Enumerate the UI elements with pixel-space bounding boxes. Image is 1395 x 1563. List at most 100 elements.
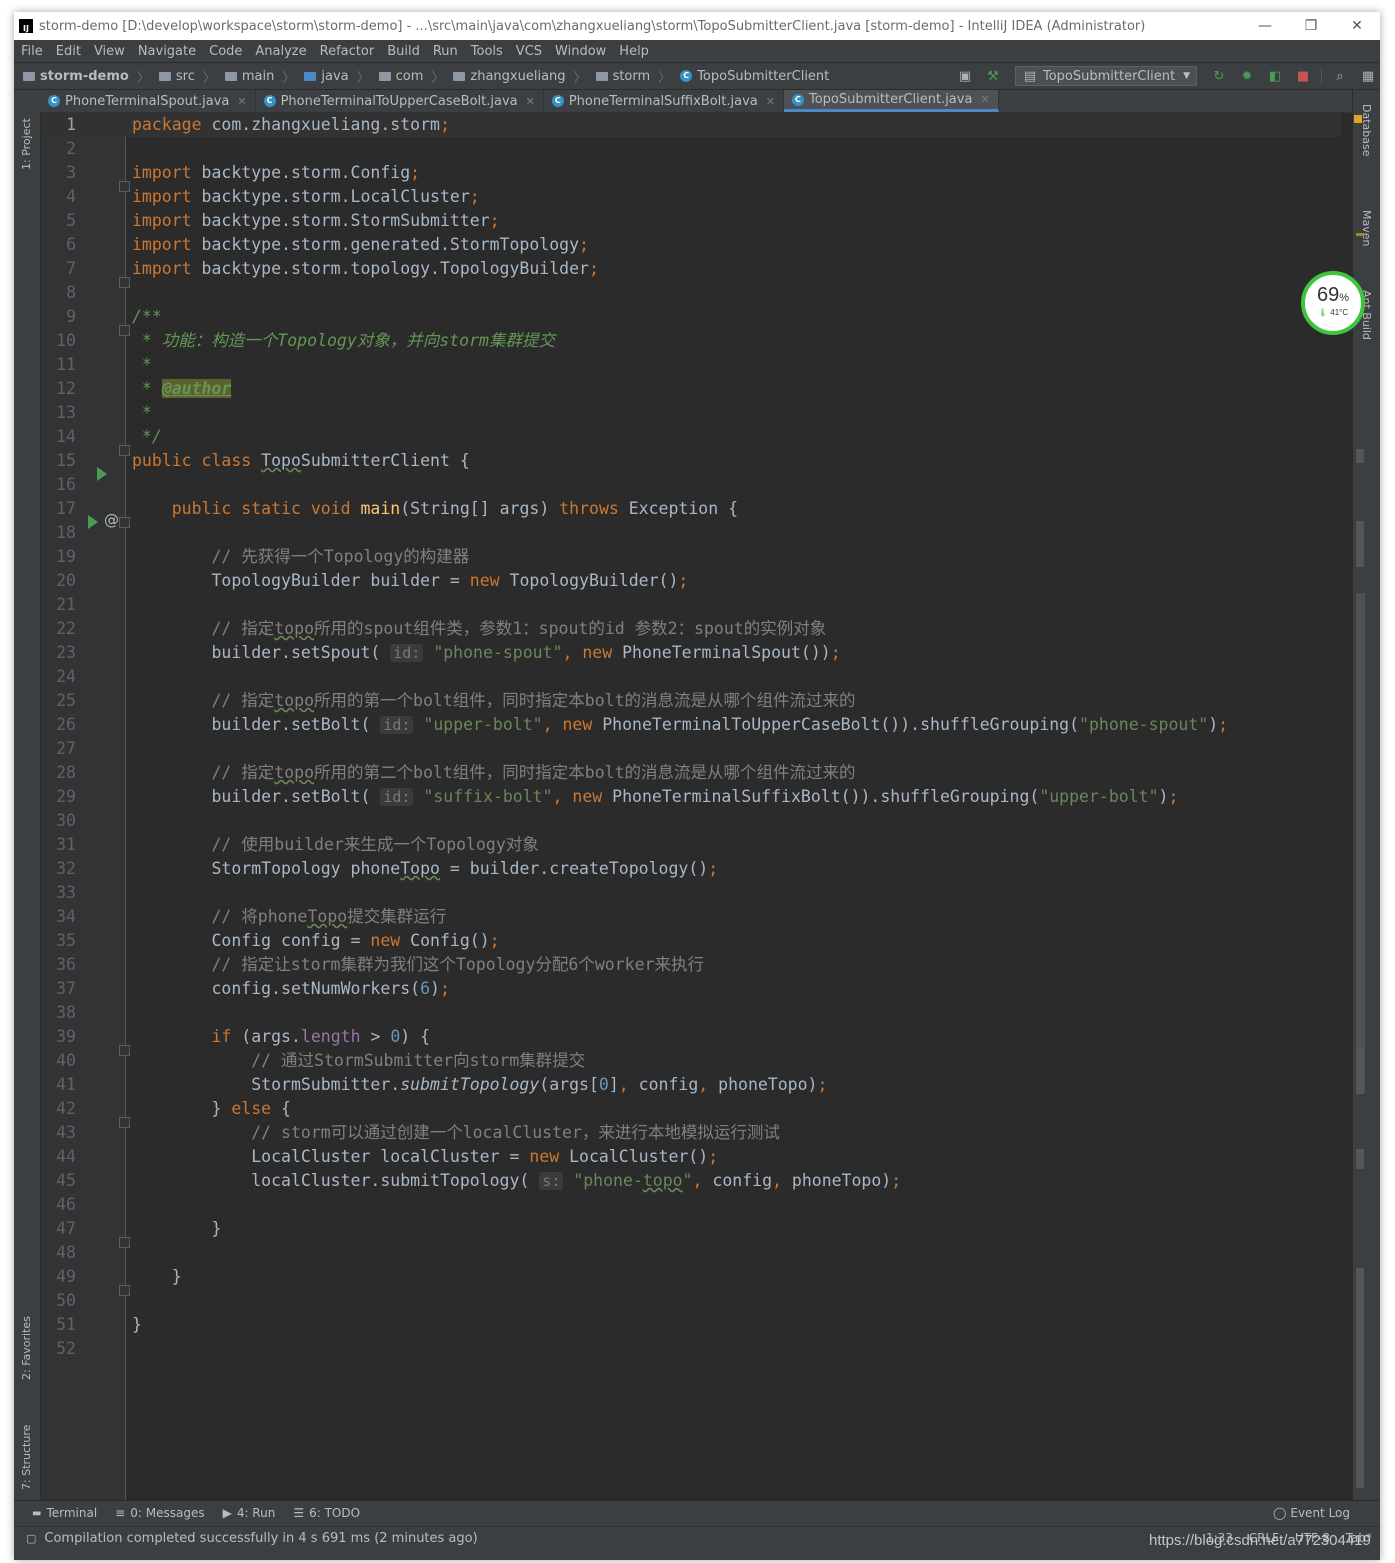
fold-icon[interactable]	[119, 445, 130, 456]
menu-refactor[interactable]: Refactor	[313, 44, 381, 59]
event-log-button[interactable]: ◯ Event Log	[1273, 1506, 1350, 1520]
menu-edit[interactable]: Edit	[49, 44, 87, 59]
code-line[interactable]: 23 builder.setSpout( id: "phone-spout", …	[41, 641, 1341, 665]
code-line[interactable]: 9 /**	[41, 305, 1341, 329]
code-line[interactable]: 10 * 功能：构造一个Topology对象，并向storm集群提交	[41, 329, 1341, 353]
fold-icon[interactable]	[119, 277, 130, 288]
close-tab-icon[interactable]: ✕	[980, 93, 989, 106]
code-line[interactable]: 43 // storm可以通过创建一个localCluster，来进行本地模拟运…	[41, 1121, 1341, 1145]
breadcrumb-class[interactable]: TopoSubmitterClient	[697, 69, 829, 84]
messages-tool-button[interactable]: ≡ 0: Messages	[115, 1506, 204, 1520]
project-tool-button[interactable]: 1: Project	[20, 118, 33, 170]
breadcrumb-java[interactable]: java	[321, 69, 348, 84]
menu-tools[interactable]: Tools	[464, 44, 509, 59]
code-line[interactable]: 5 import backtype.storm.StormSubmitter;	[41, 209, 1341, 233]
coverage-icon[interactable]: ◧	[1267, 68, 1283, 84]
code-line[interactable]: 45 localCluster.submitTopology( s: "phon…	[41, 1169, 1341, 1193]
menu-run[interactable]: Run	[426, 44, 464, 59]
breadcrumb-storm[interactable]: storm	[613, 69, 651, 84]
menu-help[interactable]: Help	[612, 44, 655, 59]
code-line[interactable]: 13 *	[41, 401, 1341, 425]
code-editor[interactable]: 1 package com.zhangxueliang.storm; 2 3 impor…	[41, 113, 1365, 1500]
code-line[interactable]: 49 }	[41, 1265, 1341, 1289]
rerun-icon[interactable]: ↻	[1211, 68, 1227, 84]
todo-tool-button[interactable]: ☰ 6: TODO	[293, 1506, 360, 1520]
menu-navigate[interactable]: Navigate	[131, 44, 202, 59]
code-line[interactable]: 37 config.setNumWorkers(6);	[41, 977, 1341, 1001]
structure-tool-button[interactable]: 7: Structure	[20, 1425, 33, 1490]
code-line[interactable]: 32 StormTopology phoneTopo = builder.cre…	[41, 857, 1341, 881]
code-line[interactable]: 30	[41, 809, 1341, 833]
terminal-tool-button[interactable]: ▬ Terminal	[32, 1506, 97, 1520]
menu-code[interactable]: Code	[202, 44, 248, 59]
code-line[interactable]: 16	[41, 473, 1341, 497]
fold-icon[interactable]	[119, 1237, 130, 1248]
search-icon[interactable]: ⌕	[1332, 68, 1348, 84]
breadcrumb-main[interactable]: main	[242, 69, 274, 84]
code-line[interactable]: 44 LocalCluster localCluster = new Local…	[41, 1145, 1341, 1169]
code-line[interactable]: 42 } else {	[41, 1097, 1341, 1121]
code-line[interactable]: 12 * @author	[41, 377, 1341, 401]
code-line[interactable]: 41 StormSubmitter.submitTopology(args[0]…	[41, 1073, 1341, 1097]
fold-icon[interactable]	[119, 1045, 130, 1056]
menu-window[interactable]: Window	[548, 44, 612, 59]
code-line[interactable]: 8	[41, 281, 1341, 305]
run-configuration-select[interactable]: ▤ TopoSubmitterClient ▼	[1014, 66, 1197, 86]
code-line[interactable]: 21	[41, 593, 1341, 617]
menu-file[interactable]: File	[14, 44, 49, 59]
build-hammer-icon[interactable]: ⚒	[985, 68, 1001, 84]
favorites-tool-button[interactable]: 2: Favorites	[20, 1316, 33, 1380]
code-line[interactable]: 15 public class TopoSubmitterClient {	[41, 449, 1341, 473]
run-tool-button[interactable]: ▶ 4: Run	[223, 1506, 276, 1520]
code-line[interactable]: 29 builder.setBolt( id: "suffix-bolt", n…	[41, 785, 1341, 809]
tab-suffix-bolt[interactable]: C PhoneTerminalSuffixBolt.java ✕	[544, 90, 784, 112]
menu-vcs[interactable]: VCS	[509, 44, 548, 59]
fold-icon[interactable]	[119, 1285, 130, 1296]
code-line[interactable]: 11 *	[41, 353, 1341, 377]
code-line[interactable]: 52	[41, 1337, 1341, 1361]
run-class-icon[interactable]	[97, 467, 107, 481]
code-line[interactable]: 47 }	[41, 1217, 1341, 1241]
breadcrumb-zhangxueliang[interactable]: zhangxueliang	[470, 69, 565, 84]
stop-icon[interactable]: ■	[1295, 68, 1311, 84]
code-line[interactable]: 6 import backtype.storm.generated.StormTo…	[41, 233, 1341, 257]
breadcrumb-com[interactable]: com	[396, 69, 424, 84]
code-line[interactable]: 4 import backtype.storm.LocalCluster;	[41, 185, 1341, 209]
code-line[interactable]: 33	[41, 881, 1341, 905]
close-button[interactable]: ✕	[1334, 12, 1380, 40]
project-structure-icon[interactable]: ▣	[957, 68, 973, 84]
code-line[interactable]: 22 // 指定topo所用的spout组件类，参数1：spout的id 参数2…	[41, 617, 1341, 641]
menu-build[interactable]: Build	[380, 44, 426, 59]
code-line[interactable]: 17 public static void main(String[] args…	[41, 497, 1341, 521]
code-line[interactable]: 26 builder.setBolt( id: "upper-bolt", ne…	[41, 713, 1341, 737]
fold-icon[interactable]	[119, 517, 130, 528]
tab-topo-submitter-client[interactable]: C TopoSubmitterClient.java ✕	[783, 90, 999, 112]
code-line[interactable]: 51}	[41, 1313, 1341, 1337]
code-line[interactable]: 18	[41, 521, 1341, 545]
close-tab-icon[interactable]: ✕	[766, 95, 775, 108]
maximize-button[interactable]: ❐	[1288, 12, 1334, 40]
fold-icon[interactable]	[119, 1117, 130, 1128]
code-line[interactable]: 19 // 先获得一个Topology的构建器	[41, 545, 1341, 569]
code-line[interactable]: 40 // 通过StormSubmitter向storm集群提交	[41, 1049, 1341, 1073]
fold-icon[interactable]	[119, 325, 130, 336]
code-line[interactable]: 3 import backtype.storm.Config;	[41, 161, 1341, 185]
project-view-icon[interactable]: ▦	[1360, 68, 1376, 84]
code-line[interactable]: 2	[41, 137, 1341, 161]
minimize-button[interactable]: —	[1242, 12, 1288, 40]
code-line[interactable]: 1 package com.zhangxueliang.storm;	[41, 113, 1341, 137]
code-line[interactable]: 24	[41, 665, 1341, 689]
code-line[interactable]: 31 // 使用builder来生成一个Topology对象	[41, 833, 1341, 857]
menu-analyze[interactable]: Analyze	[248, 44, 312, 59]
code-line[interactable]: 34 // 将phoneTopo提交集群运行	[41, 905, 1341, 929]
code-line[interactable]: 28 // 指定topo所用的第二个bolt组件，同时指定本bolt的消息流是从…	[41, 761, 1341, 785]
tab-upper-case-bolt[interactable]: C PhoneTerminalToUpperCaseBolt.java ✕	[256, 90, 544, 112]
code-line[interactable]: 35 Config config = new Config();	[41, 929, 1341, 953]
code-line[interactable]: 27	[41, 737, 1341, 761]
breadcrumb-project[interactable]: storm-demo	[40, 69, 129, 84]
debug-bug-icon[interactable]: ✹	[1239, 68, 1255, 84]
run-main-icon[interactable]	[88, 515, 98, 529]
tab-phone-terminal-spout[interactable]: C PhoneTerminalSpout.java ✕	[40, 90, 256, 112]
scroll-thumb[interactable]	[1356, 593, 1365, 1093]
close-tab-icon[interactable]: ✕	[526, 95, 535, 108]
